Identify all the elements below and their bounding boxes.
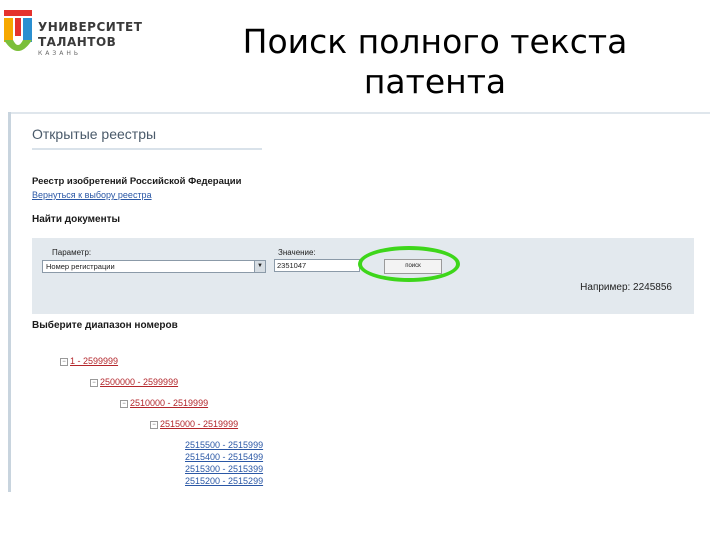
tree-node-level3[interactable]: −2510000 - 2519999: [120, 398, 208, 409]
page-header-title: Открытые реестры: [32, 126, 157, 142]
example-hint: Например: 2245856: [580, 282, 672, 293]
university-logo: УНИВЕРСИТЕТ ТАЛАНТОВ КАЗАНЬ: [4, 10, 142, 60]
search-panel: Параметр: Номер регистрации ▼ Значение: …: [32, 238, 694, 314]
tree-node-level2[interactable]: −2500000 - 2599999: [90, 377, 178, 388]
slide-title-line1: Поиск полного текста: [242, 22, 628, 61]
value-input[interactable]: 2351047: [274, 259, 360, 272]
tree-node-level1[interactable]: −1 - 2599999: [60, 356, 118, 367]
parameter-select[interactable]: Номер регистрации ▼: [42, 260, 266, 273]
logo-text-line1: УНИВЕРСИТЕТ: [38, 20, 143, 34]
logo-mark-icon: [4, 10, 32, 51]
range-leaf-link[interactable]: 2515400 - 2515499: [185, 452, 263, 463]
tree-node-link[interactable]: 2500000 - 2599999: [100, 377, 178, 387]
slide-title-line2: патента: [363, 62, 507, 101]
screenshot-left-edge: [8, 112, 11, 492]
logo-text-line3: КАЗАНЬ: [38, 50, 81, 57]
parameter-label: Параметр:: [52, 248, 92, 257]
tree-node-link[interactable]: 2510000 - 2519999: [130, 398, 208, 408]
find-documents-heading: Найти документы: [32, 214, 121, 225]
collapse-icon[interactable]: −: [120, 399, 128, 408]
range-leaf-link[interactable]: 2515200 - 2515299: [185, 476, 263, 487]
tree-node-link[interactable]: 1 - 2599999: [70, 356, 118, 366]
tree-node-level4[interactable]: −2515000 - 2519999: [150, 419, 238, 430]
back-to-registry-link[interactable]: Вернуться к выбору реестра: [32, 190, 152, 200]
slide-title: Поиск полного текста патента: [150, 22, 720, 102]
chevron-down-icon[interactable]: ▼: [254, 261, 265, 272]
collapse-icon[interactable]: −: [90, 378, 98, 387]
value-label: Значение:: [278, 248, 316, 257]
screenshot-top-edge: [8, 112, 710, 114]
collapse-icon[interactable]: −: [150, 420, 158, 429]
parameter-select-value: Номер регистрации: [46, 262, 115, 271]
range-leaf-link[interactable]: 2515300 - 2515399: [185, 464, 263, 475]
range-leaf-link[interactable]: 2515500 - 2515999: [185, 440, 263, 451]
collapse-icon[interactable]: −: [60, 357, 68, 366]
tree-node-link[interactable]: 2515000 - 2519999: [160, 419, 238, 429]
header-divider: [32, 148, 262, 150]
logo-text-line2: ТАЛАНТОВ: [38, 35, 117, 49]
ranges-heading: Выберите диапазон номеров: [32, 320, 178, 331]
registry-screenshot: Открытые реестры Реестр изобретений Росс…: [8, 112, 710, 492]
registry-title: Реестр изобретений Российской Федерации: [32, 176, 242, 187]
highlight-ellipse: [358, 246, 460, 282]
